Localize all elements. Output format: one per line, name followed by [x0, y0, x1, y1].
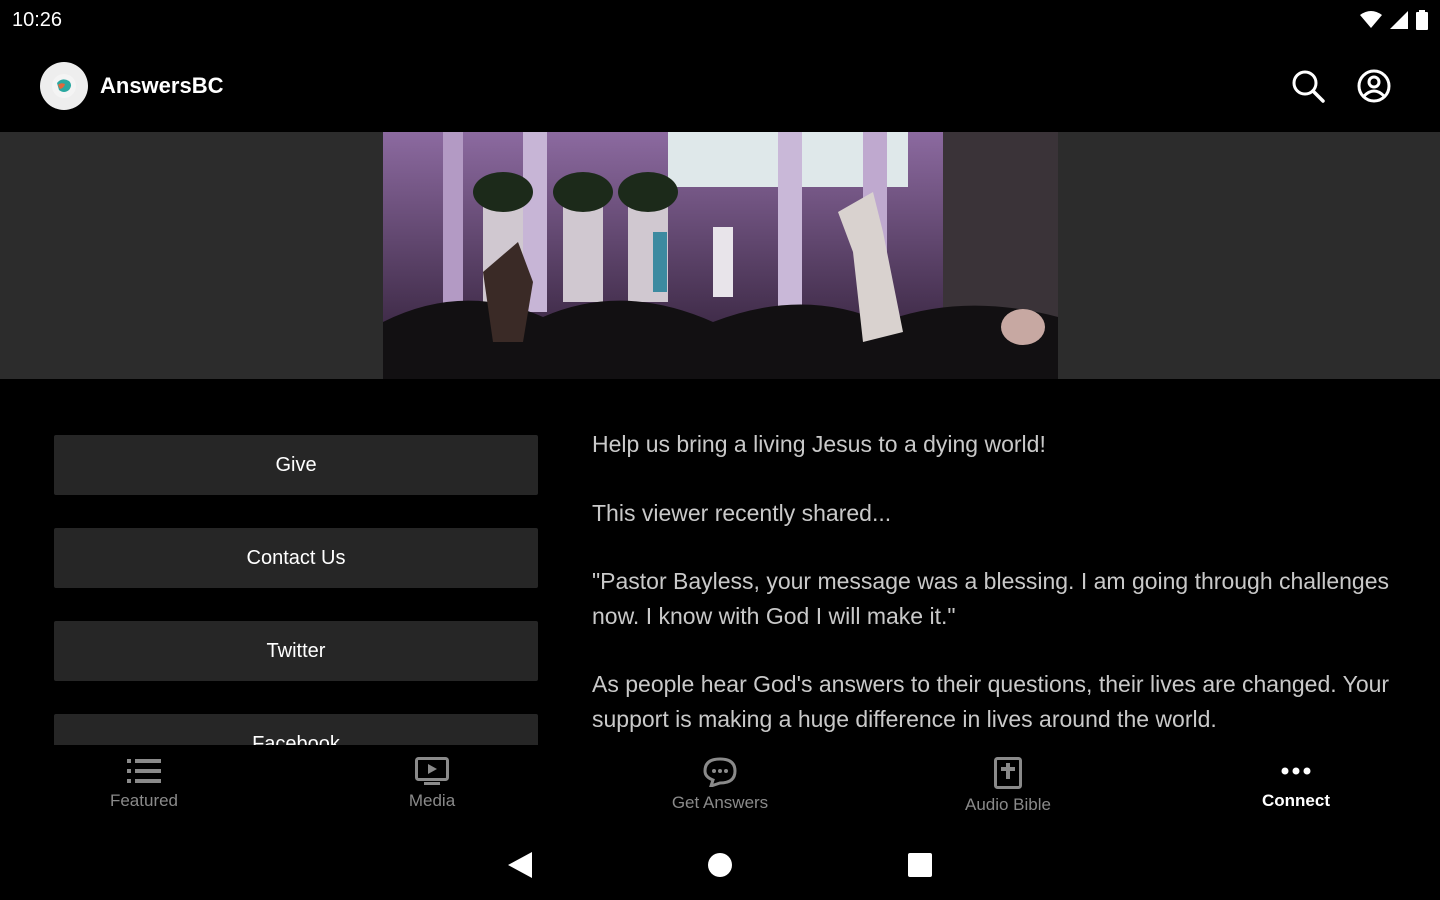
facebook-button[interactable]: Facebook [54, 714, 538, 745]
nav-media[interactable]: Media [288, 745, 576, 830]
bible-icon [994, 757, 1022, 789]
search-icon [1292, 70, 1325, 103]
chat-icon [703, 757, 737, 787]
status-time: 10:26 [12, 8, 63, 31]
back-icon [508, 852, 532, 878]
recents-icon [908, 853, 932, 877]
home-icon [708, 853, 732, 877]
nav-media-label: Media [408, 791, 456, 810]
link-button-list: Give Contact Us Twitter Facebook [54, 435, 538, 745]
nav-connect[interactable]: Connect [1152, 745, 1440, 830]
back-button[interactable] [500, 845, 540, 885]
connect-content: Give Contact Us Twitter Facebook Help us… [0, 379, 1440, 745]
signal-icon [1390, 11, 1408, 29]
nav-get-answers[interactable]: Get Answers [576, 745, 864, 830]
nav-get-answers-label: Get Answers [671, 793, 769, 812]
status-bar: 10:26 [0, 0, 1440, 40]
logo-icon [52, 74, 76, 98]
account-button[interactable] [1356, 68, 1392, 104]
banner-image [383, 132, 1058, 379]
nav-audio-bible[interactable]: Audio Bible [864, 745, 1152, 830]
nav-audio-bible-label: Audio Bible [964, 795, 1051, 814]
banner [0, 132, 1440, 379]
more-icon [1281, 767, 1311, 775]
paragraph-3: "Pastor Bayless, your message was a bles… [592, 568, 1389, 629]
wifi-icon [1360, 11, 1382, 28]
recents-button[interactable] [900, 845, 940, 885]
account-icon [1357, 69, 1391, 103]
battery-icon [1416, 10, 1428, 30]
give-button[interactable]: Give [54, 435, 538, 495]
app-title: AnswersBC [100, 73, 224, 98]
bottom-nav: Featured Media Get Answers Audio Bible C… [0, 745, 1440, 830]
nav-featured-label: Featured [109, 791, 179, 810]
search-button[interactable] [1290, 68, 1326, 104]
tv-icon [415, 757, 449, 785]
system-nav [0, 830, 1440, 900]
worship-photo [383, 132, 1058, 379]
home-button[interactable] [700, 845, 740, 885]
paragraph-2: This viewer recently shared... [592, 499, 892, 526]
nav-featured[interactable]: Featured [0, 745, 288, 830]
list-icon [127, 759, 161, 783]
nav-connect-label: Connect [1262, 791, 1330, 810]
paragraph-1: Help us bring a living Jesus to a dying … [592, 431, 1046, 457]
paragraph-4: As people hear God's answers to their qu… [592, 671, 1390, 732]
app-bar: AnswersBC [0, 40, 1440, 132]
connect-text: Help us bring a living Jesus to a dying … [592, 427, 1392, 745]
status-icons [1360, 10, 1428, 30]
contact-us-button[interactable]: Contact Us [54, 528, 538, 588]
app-actions [1290, 68, 1400, 104]
app-logo[interactable] [40, 62, 88, 110]
twitter-button[interactable]: Twitter [54, 621, 538, 681]
